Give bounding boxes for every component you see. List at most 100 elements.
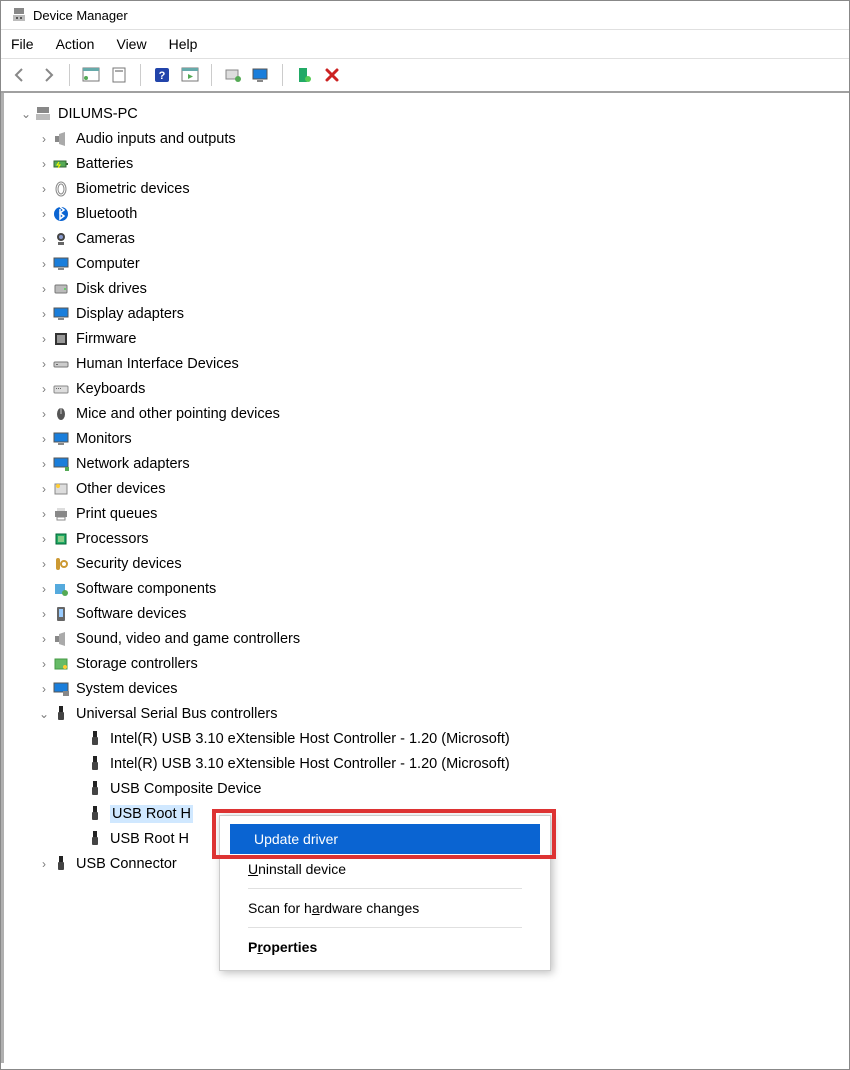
category-label: Software devices	[76, 606, 186, 622]
context-menu-separator	[248, 927, 522, 928]
context-menu-item[interactable]: Properties	[224, 932, 546, 962]
expand-icon[interactable]: ›	[36, 157, 52, 171]
category-label: Computer	[76, 256, 140, 272]
expand-icon[interactable]: ›	[36, 632, 52, 646]
toolbar-help-button[interactable]: ?	[151, 64, 173, 86]
disk-icon	[52, 280, 70, 298]
category-row[interactable]: ›Monitors	[36, 426, 839, 451]
usb-category[interactable]: ⌄ Universal Serial Bus controllers	[36, 701, 839, 726]
device-label: Intel(R) USB 3.10 eXtensible Host Contro…	[110, 731, 510, 747]
menu-help[interactable]: Help	[169, 36, 198, 52]
toolbar-button-7[interactable]	[293, 64, 315, 86]
category-row[interactable]: › Network adapters	[36, 451, 839, 476]
category-row[interactable]: ›Batteries	[36, 151, 839, 176]
category-row[interactable]: ›Cameras	[36, 226, 839, 251]
expand-icon[interactable]: ›	[36, 132, 52, 146]
toolbar-sep	[211, 64, 212, 86]
category-row[interactable]: › Keyboards	[36, 376, 839, 401]
category-row[interactable]: ›Biometric devices	[36, 176, 839, 201]
expand-icon[interactable]: ›	[36, 207, 52, 221]
context-menu-item[interactable]: Uninstall device	[224, 854, 546, 884]
expand-icon[interactable]: ›	[36, 607, 52, 621]
collapse-icon[interactable]: ⌄	[18, 107, 34, 121]
device-label: USB Root H	[110, 805, 193, 823]
usb-device-row[interactable]: Intel(R) USB 3.10 eXtensible Host Contro…	[70, 751, 839, 776]
device-label: USB Composite Device	[110, 781, 262, 797]
back-button[interactable]	[9, 64, 31, 86]
category-row[interactable]: › Processors	[36, 526, 839, 551]
category-row[interactable]: ›Disk drives	[36, 276, 839, 301]
device-label: USB Root H	[110, 831, 189, 847]
category-row[interactable]: ›Mice and other pointing devices	[36, 401, 839, 426]
device-tree: ⌄ DILUMS-PC ›Audio inputs and outputs›Ba…	[1, 93, 849, 1063]
category-row[interactable]: ›Print queues	[36, 501, 839, 526]
expand-icon[interactable]: ›	[36, 257, 52, 271]
context-menu-item[interactable]: Update driver	[230, 824, 540, 854]
menu-view[interactable]: View	[116, 36, 146, 52]
category-row[interactable]: ›Other devices	[36, 476, 839, 501]
usb-category-label: Universal Serial Bus controllers	[76, 706, 277, 722]
monitor-icon	[52, 430, 70, 448]
category-label: Security devices	[76, 556, 182, 572]
expand-icon[interactable]: ›	[36, 532, 52, 546]
category-row[interactable]: ›Display adapters	[36, 301, 839, 326]
root-node[interactable]: ⌄ DILUMS-PC	[18, 101, 839, 126]
display-icon	[52, 305, 70, 323]
category-row[interactable]: ›Sound, video and game controllers	[36, 626, 839, 651]
toolbar-button-4[interactable]	[179, 64, 201, 86]
toolbar-delete-button[interactable]	[321, 64, 343, 86]
menu-file[interactable]: File	[11, 36, 34, 52]
root-label: DILUMS-PC	[58, 106, 138, 122]
expand-icon[interactable]: ›	[36, 582, 52, 596]
expand-icon[interactable]: ›	[36, 457, 52, 471]
expand-icon[interactable]: ›	[36, 507, 52, 521]
expand-icon[interactable]: ›	[36, 682, 52, 696]
category-row[interactable]: › Firmware	[36, 326, 839, 351]
toolbar-button-6[interactable]	[250, 64, 272, 86]
collapse-icon[interactable]: ⌄	[36, 707, 52, 721]
category-row[interactable]: ›Software components	[36, 576, 839, 601]
category-row[interactable]: › Software devices	[36, 601, 839, 626]
toolbar-scan-button[interactable]	[222, 64, 244, 86]
svg-text:?: ?	[159, 70, 166, 82]
computer-icon	[34, 105, 52, 123]
category-label: System devices	[76, 681, 178, 697]
toolbar-button-1[interactable]	[80, 64, 102, 86]
expand-icon[interactable]: ›	[36, 232, 52, 246]
category-label: Processors	[76, 531, 149, 547]
category-label: Keyboards	[76, 381, 145, 397]
toolbar-button-2[interactable]	[108, 64, 130, 86]
hid-icon	[52, 355, 70, 373]
expand-icon[interactable]: ›	[36, 182, 52, 196]
cpu-icon	[52, 530, 70, 548]
expand-icon[interactable]: ›	[36, 657, 52, 671]
expand-icon[interactable]: ›	[36, 482, 52, 496]
expand-icon[interactable]: ›	[36, 357, 52, 371]
category-row[interactable]: › Storage controllers	[36, 651, 839, 676]
forward-button[interactable]	[37, 64, 59, 86]
category-row[interactable]: › System devices	[36, 676, 839, 701]
category-row[interactable]: ›Bluetooth	[36, 201, 839, 226]
network-icon	[52, 455, 70, 473]
category-label: Firmware	[76, 331, 136, 347]
expand-icon[interactable]: ›	[36, 282, 52, 296]
expand-icon[interactable]: ›	[36, 407, 52, 421]
expand-icon[interactable]: ›	[36, 332, 52, 346]
expand-icon[interactable]: ›	[36, 432, 52, 446]
usb-device-row[interactable]: USB Composite Device	[70, 776, 839, 801]
menu-bar: File Action View Help	[1, 30, 849, 59]
expand-icon[interactable]: ›	[36, 307, 52, 321]
category-row[interactable]: ›Human Interface Devices	[36, 351, 839, 376]
menu-action[interactable]: Action	[56, 36, 95, 52]
expand-icon[interactable]: ›	[36, 382, 52, 396]
expand-icon[interactable]: ›	[36, 857, 52, 871]
usb-icon	[86, 780, 104, 798]
category-row[interactable]: › Computer	[36, 251, 839, 276]
category-label: Storage controllers	[76, 656, 198, 672]
category-row[interactable]: › Security devices	[36, 551, 839, 576]
category-row[interactable]: ›Audio inputs and outputs	[36, 126, 839, 151]
usb-device-row[interactable]: Intel(R) USB 3.10 eXtensible Host Contro…	[70, 726, 839, 751]
context-menu-item[interactable]: Scan for hardware changes	[224, 893, 546, 923]
category-label: Network adapters	[76, 456, 190, 472]
expand-icon[interactable]: ›	[36, 557, 52, 571]
